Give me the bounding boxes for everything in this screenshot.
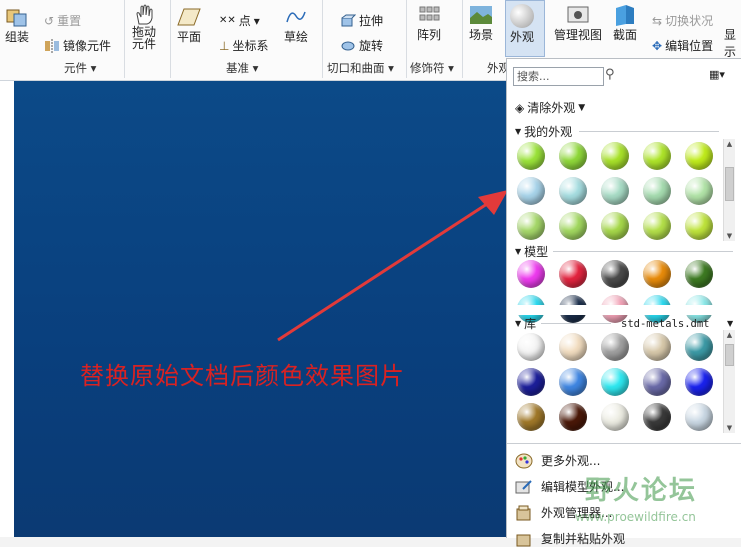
divider (507, 443, 741, 444)
scroll-down-icon[interactable]: ▼ (724, 232, 735, 240)
appearance-swatch[interactable] (643, 333, 671, 361)
clear-appearance-button[interactable]: ◈ 清除外观 ▼ (515, 99, 585, 116)
divider (553, 251, 733, 252)
appearance-swatch[interactable] (559, 333, 587, 361)
copy-paste-icon (516, 534, 531, 546)
appearance-swatch[interactable] (517, 260, 545, 288)
appearance-swatch[interactable] (601, 177, 629, 205)
edit-appearance-icon (515, 479, 532, 493)
collapse-icon: ▼ (515, 319, 522, 328)
copy-paste-appearance-item[interactable]: 复制并粘贴外观 (515, 530, 625, 547)
divider (579, 131, 719, 132)
divider (541, 323, 611, 324)
more-appearances-item[interactable]: 更多外观... (515, 452, 600, 469)
appearance-swatch[interactable] (559, 260, 587, 288)
appearance-swatch[interactable] (559, 142, 587, 170)
appearance-swatch[interactable] (601, 333, 629, 361)
appearance-swatch[interactable] (559, 368, 587, 396)
eraser-icon: ◈ (515, 100, 525, 115)
appearance-swatch[interactable] (643, 403, 671, 431)
appearance-swatch[interactable] (517, 212, 545, 240)
appearance-swatch[interactable] (643, 177, 671, 205)
appearance-swatch[interactable] (601, 260, 629, 288)
appearance-swatch[interactable] (559, 212, 587, 240)
scroll-thumb[interactable] (725, 344, 734, 366)
appearance-swatch[interactable] (643, 212, 671, 240)
appearance-swatch[interactable] (643, 142, 671, 170)
appearance-swatch[interactable] (685, 333, 713, 361)
search-icon[interactable]: ⚲ (605, 67, 615, 82)
appearance-swatch[interactable] (517, 403, 545, 431)
appearance-swatch[interactable] (643, 368, 671, 396)
appearance-swatch[interactable] (685, 177, 713, 205)
appearance-swatch[interactable] (685, 403, 713, 431)
scroll-down-icon[interactable]: ▼ (724, 424, 735, 432)
view-options-icon[interactable]: ▦▾ (709, 68, 725, 81)
appearance-swatch[interactable] (559, 403, 587, 431)
library-appearances-grid (517, 333, 713, 431)
my-appearances-scrollbar[interactable]: ▲ ▼ (723, 139, 735, 241)
appearance-swatch[interactable] (685, 212, 713, 240)
model-section[interactable]: ▼ 模型 (515, 243, 548, 260)
appearance-swatch[interactable] (685, 260, 713, 288)
collapse-icon: ▼ (515, 127, 522, 136)
appearance-swatch[interactable] (517, 142, 545, 170)
scroll-up-icon[interactable]: ▲ (724, 331, 735, 339)
appearance-swatch[interactable] (601, 142, 629, 170)
search-input[interactable]: 搜索... (513, 67, 604, 86)
appearance-swatch[interactable] (559, 177, 587, 205)
watermark-url: www.proewildfire.cn (575, 510, 696, 524)
my-appearances-grid (517, 142, 713, 240)
appearance-swatch[interactable] (517, 368, 545, 396)
appearance-swatch[interactable] (643, 260, 671, 288)
appearance-swatch[interactable] (601, 403, 629, 431)
appearance-swatch[interactable] (517, 177, 545, 205)
appearance-swatch[interactable] (517, 333, 545, 361)
model-grid-clip (507, 305, 723, 315)
palette-icon (515, 453, 533, 468)
appearance-manager-icon (516, 505, 531, 520)
scroll-thumb[interactable] (725, 167, 734, 201)
library-scrollbar[interactable]: ▲ ▼ (723, 330, 735, 433)
chevron-down-icon[interactable]: ▼ (727, 319, 733, 328)
chevron-down-icon: ▼ (578, 102, 586, 113)
library-file[interactable]: std-metals.dmt (621, 318, 710, 330)
appearance-swatch[interactable] (685, 142, 713, 170)
appearance-swatch[interactable] (601, 212, 629, 240)
appearance-swatch[interactable] (685, 368, 713, 396)
appearance-swatch[interactable] (601, 368, 629, 396)
annotation-text: 替换原始文档后颜色效果图片 (80, 362, 405, 390)
appearance-gallery-panel: 搜索... ⚲ ▦▾ ◈ 清除外观 ▼ ▼ 我的外观 ▲ ▼ ▼ 模型 ▼ 库 … (506, 58, 741, 546)
watermark-logo: 野火论坛 (585, 476, 698, 506)
collapse-icon: ▼ (515, 247, 522, 256)
my-appearances-section[interactable]: ▼ 我的外观 (515, 123, 572, 140)
scroll-up-icon[interactable]: ▲ (724, 140, 735, 148)
